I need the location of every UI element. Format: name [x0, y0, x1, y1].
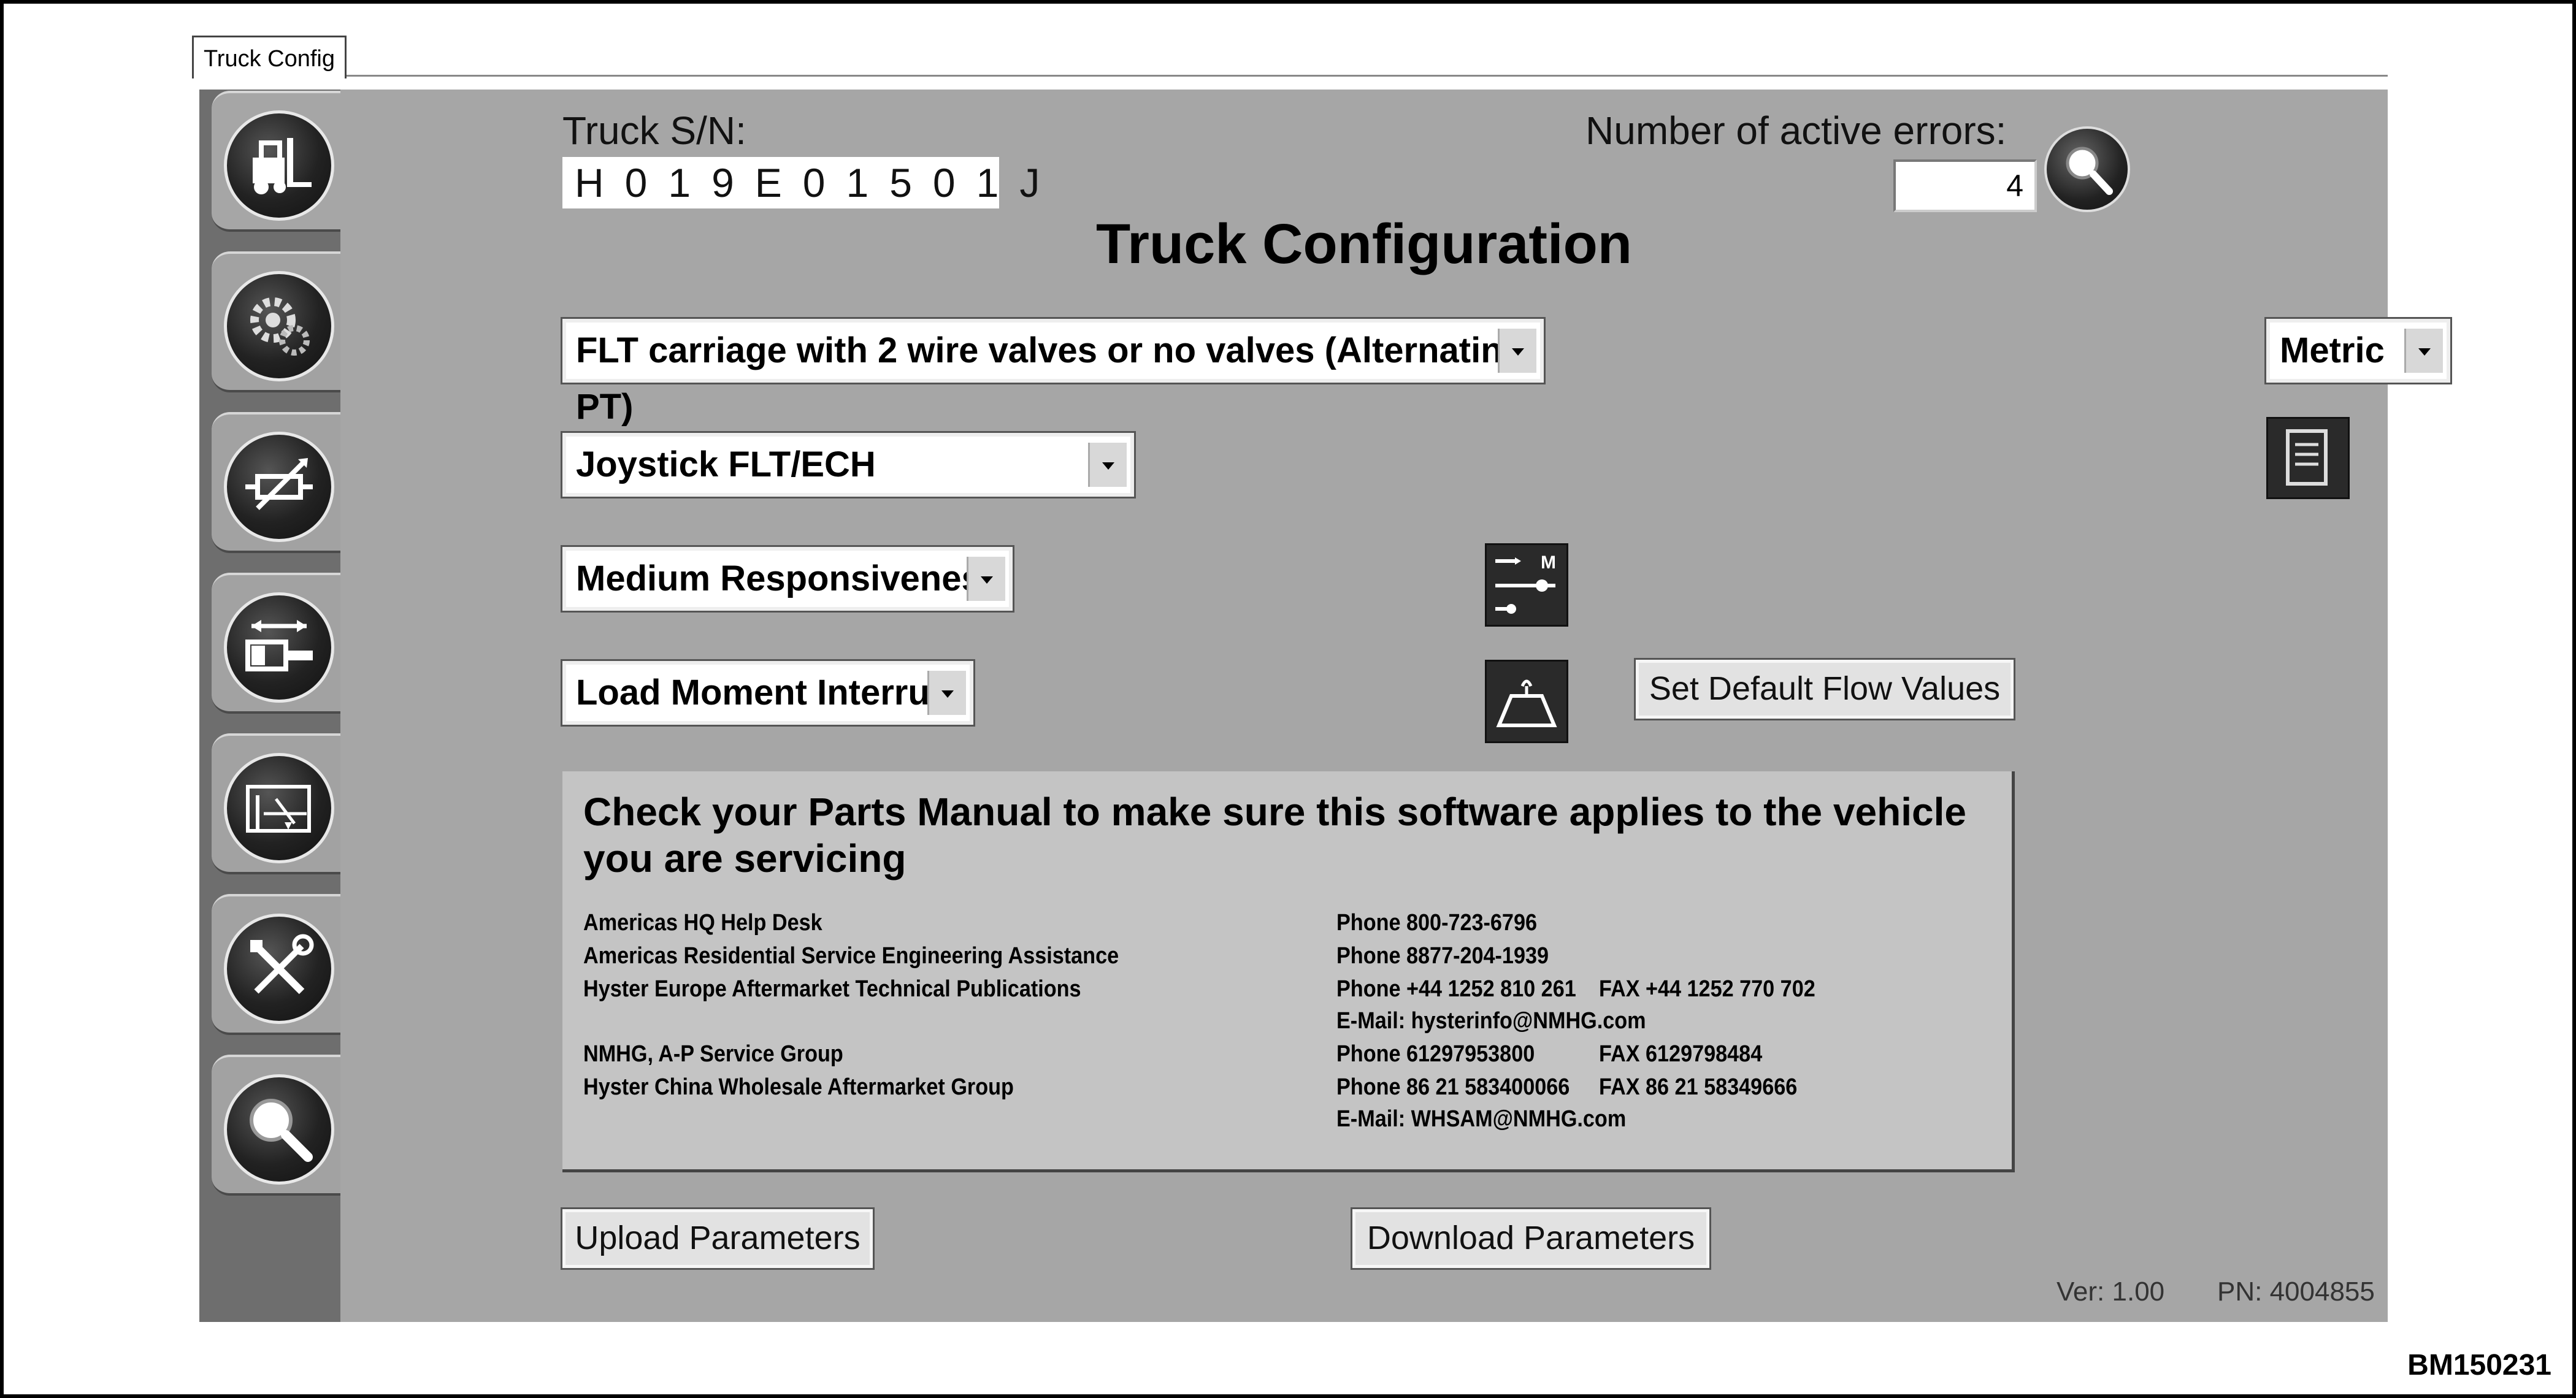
contact-phone: Phone 86 21 583400066 [1336, 1074, 1570, 1100]
tab-strip-divider [347, 75, 2388, 77]
support-info-panel: Check your Parts Manual to make sure thi… [562, 771, 2015, 1172]
adjust-icon [224, 432, 334, 542]
chevron-down-icon[interactable] [927, 671, 966, 715]
part-number-label: PN: 4004855 [2217, 1277, 2375, 1307]
contact-phone: Phone 800-723-6796 [1336, 910, 1537, 936]
contact-fax: FAX 86 21 58349666 [1599, 1074, 1798, 1100]
carriage-select-value: FLT carriage with 2 wire valves or no va… [576, 330, 1525, 427]
download-parameters-button[interactable]: Download Parameters [1351, 1207, 1711, 1270]
joystick-select-value: Joystick FLT/ECH [576, 445, 876, 484]
load-weight-icon [1496, 679, 1557, 727]
tools-icon [224, 914, 334, 1024]
sidebar-item-adjust[interactable] [212, 412, 340, 553]
load-moment-select-value: Load Moment Interrupt [576, 673, 964, 712]
sidebar-item-truck[interactable] [212, 91, 340, 232]
contact-phone: Phone +44 1252 810 261 [1336, 976, 1576, 1002]
chevron-down-icon[interactable] [2404, 329, 2443, 373]
report-button[interactable] [2266, 417, 2350, 499]
upload-parameters-button[interactable]: Upload Parameters [561, 1207, 875, 1270]
document-icon [2286, 429, 2328, 486]
version-label: Ver: 1.00 [2057, 1277, 2165, 1307]
responsiveness-select-value: Medium Responsiveness [576, 559, 1001, 598]
view-errors-button[interactable] [2044, 126, 2130, 212]
joystick-select[interactable]: Joystick FLT/ECH [561, 431, 1136, 498]
contact-email: E-Mail: hysterinfo@NMHG.com [1336, 1008, 1646, 1034]
contact-name: Americas HQ Help Desk [583, 910, 822, 936]
figure-id-label: BM150231 [2407, 1349, 2551, 1381]
units-select-value: Metric [2280, 330, 2385, 370]
set-default-flow-button[interactable]: Set Default Flow Values [1634, 658, 2015, 720]
sidebar-item-tools[interactable] [212, 894, 340, 1035]
truck-sn-label: Truck S/N: [562, 109, 746, 153]
load-settings-button[interactable] [1485, 660, 1568, 743]
magnifier-icon [2066, 147, 2113, 195]
chevron-down-icon[interactable] [1498, 329, 1536, 373]
units-select[interactable]: Metric [2264, 317, 2452, 384]
tab-truck-config[interactable]: Truck Config [192, 36, 347, 78]
contact-phone: Phone 61297953800 [1336, 1041, 1535, 1067]
parts-manual-notice: Check your Parts Manual to make sure thi… [583, 790, 1966, 880]
sidebar-item-gears[interactable] [212, 251, 340, 392]
svg-text:M: M [1541, 552, 1556, 573]
chevron-down-icon[interactable] [967, 557, 1005, 601]
contact-name: Hyster China Wholesale Aftermarket Group [583, 1074, 1014, 1100]
contact-fax: FAX 6129798484 [1599, 1041, 1763, 1067]
contact-fax: FAX +44 1252 770 702 [1599, 976, 1815, 1002]
hydraulic-diagram-icon [224, 753, 334, 863]
magnifier-icon [224, 1074, 334, 1185]
gears-icon [224, 271, 334, 381]
app-window: Truck Config Truck S/N: H019E01501J Numb… [192, 36, 2452, 1323]
load-moment-select[interactable]: Load Moment Interrupt [561, 659, 975, 727]
contact-name: Americas Residential Service Engineering… [583, 943, 1119, 969]
sidebar [199, 90, 340, 1322]
active-errors-field: 4 [1893, 159, 2037, 212]
sidebar-item-hydraulic[interactable] [212, 733, 340, 874]
responsiveness-select[interactable]: Medium Responsiveness [561, 545, 1014, 613]
chevron-down-icon[interactable] [1088, 443, 1127, 487]
contact-email: E-Mail: WHSAM@NMHG.com [1336, 1106, 1627, 1132]
carriage-select[interactable]: FLT carriage with 2 wire valves or no va… [561, 317, 1546, 427]
flow-settings-icon: M [1495, 552, 1556, 614]
forklift-icon [224, 110, 334, 221]
contact-phone: Phone 8877-204-1939 [1336, 943, 1549, 969]
cylinder-icon [224, 592, 334, 703]
contact-name: NMHG, A-P Service Group [583, 1041, 843, 1067]
active-errors-label: Number of active errors: [1585, 109, 2007, 153]
sidebar-item-search[interactable] [212, 1055, 340, 1196]
flow-settings-button[interactable]: M [1485, 543, 1568, 627]
sidebar-item-cylinder[interactable] [212, 573, 340, 714]
truck-sn-field: H019E01501J [562, 157, 1040, 208]
page-title: Truck Configuration [1096, 213, 1632, 275]
main-panel: Truck S/N: H019E01501J Number of active … [340, 90, 2452, 1322]
contact-name: Hyster Europe Aftermarket Technical Publ… [583, 976, 1081, 1002]
